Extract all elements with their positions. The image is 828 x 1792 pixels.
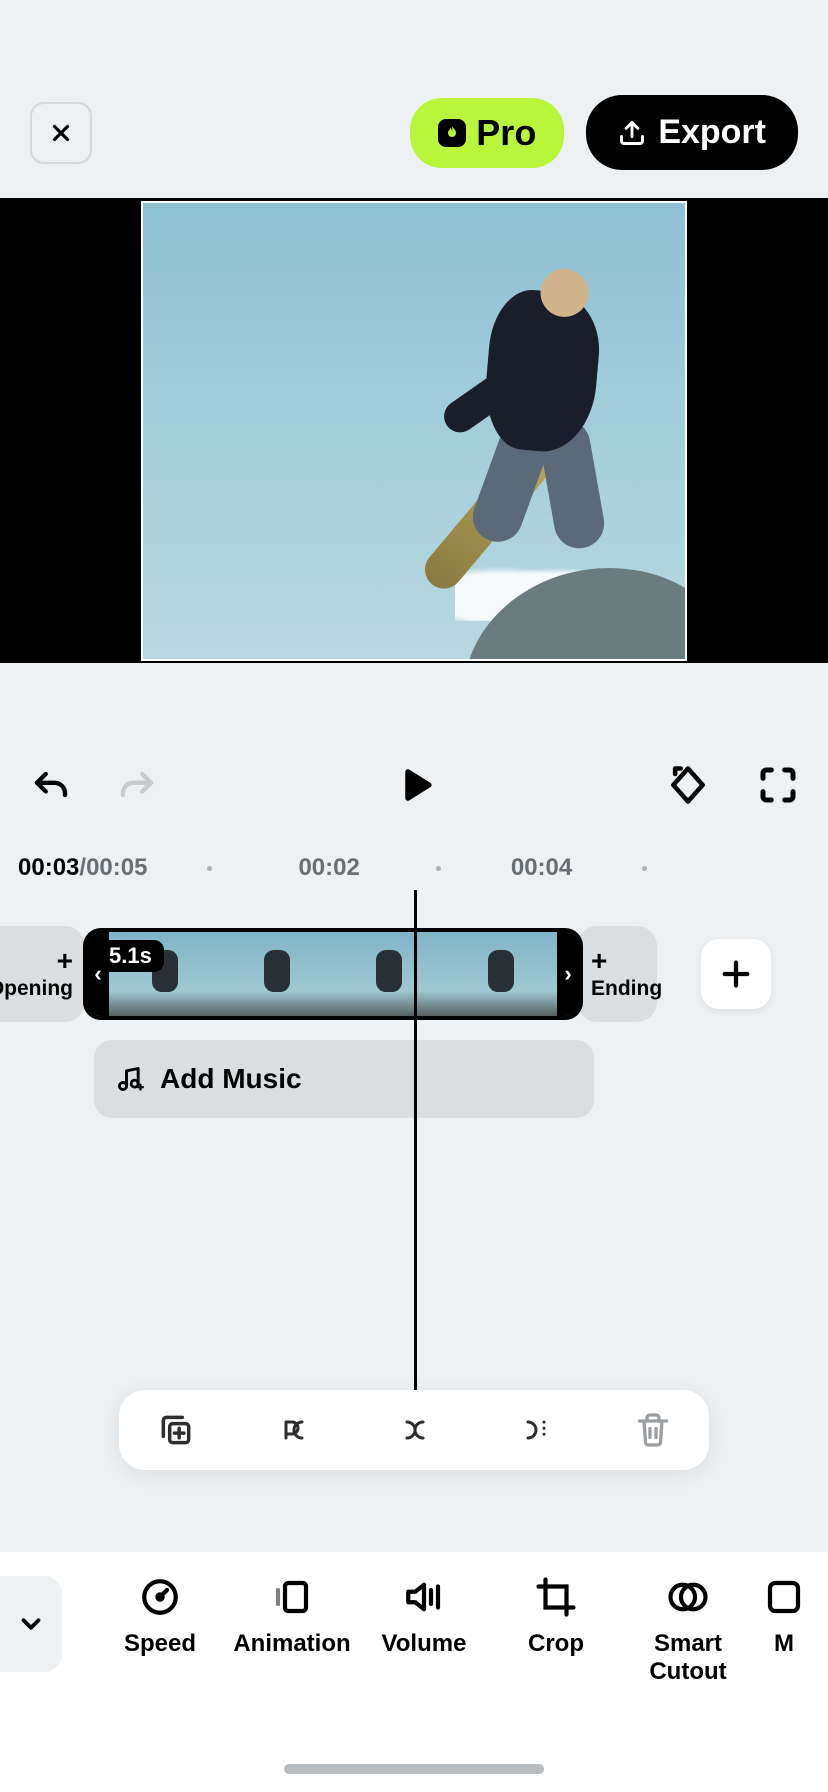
export-button[interactable]: Export bbox=[586, 95, 798, 170]
toolbar-label: Crop bbox=[528, 1630, 584, 1658]
toolbar-label: Smart Cutout bbox=[649, 1630, 726, 1685]
video-frame bbox=[141, 201, 687, 661]
trash-icon bbox=[635, 1412, 671, 1448]
split-button[interactable] bbox=[393, 1413, 437, 1447]
animation-icon bbox=[271, 1576, 313, 1618]
keyframe-icon bbox=[666, 763, 710, 807]
duplicate-button[interactable] bbox=[157, 1411, 195, 1449]
trim-start-icon bbox=[272, 1413, 316, 1447]
music-plus-icon bbox=[116, 1065, 144, 1093]
fullscreen-icon bbox=[758, 765, 798, 805]
volume-icon bbox=[403, 1576, 445, 1618]
toolbar-volume[interactable]: Volume bbox=[358, 1576, 490, 1658]
smart-cutout-icon bbox=[667, 1576, 709, 1618]
split-icon bbox=[393, 1413, 437, 1447]
trim-start-button[interactable] bbox=[272, 1413, 316, 1447]
redo-icon bbox=[116, 767, 158, 809]
playhead[interactable] bbox=[414, 890, 417, 1430]
clip-thumbnail bbox=[333, 932, 445, 1016]
toolbar-animation[interactable]: Animation bbox=[226, 1576, 358, 1658]
timecode: 00:03/00:05 bbox=[18, 854, 147, 882]
export-label: Export bbox=[658, 113, 766, 152]
add-clip-button[interactable] bbox=[701, 939, 771, 1009]
flame-icon bbox=[438, 119, 466, 147]
toolbar-speed[interactable]: Speed bbox=[94, 1576, 226, 1658]
plus-icon: + bbox=[57, 947, 73, 975]
timeline-ruler: 00:03/00:05 00:02 00:04 bbox=[0, 842, 828, 890]
ruler-dot bbox=[436, 866, 441, 871]
pro-label: Pro bbox=[476, 112, 536, 154]
video-preview[interactable] bbox=[0, 198, 828, 663]
toolbar-label: M bbox=[774, 1630, 794, 1658]
chevron-down-icon bbox=[16, 1609, 46, 1639]
add-opening-button[interactable]: + Opening bbox=[0, 926, 85, 1022]
clip-duration-badge: 5.1s bbox=[97, 940, 164, 972]
ending-label: Ending bbox=[591, 977, 662, 1001]
collapse-toolbar-button[interactable] bbox=[0, 1576, 62, 1672]
more-icon bbox=[763, 1576, 805, 1618]
toolbar-more[interactable]: M bbox=[754, 1576, 814, 1658]
ruler-tick: 00:02 bbox=[298, 854, 359, 882]
undo-button[interactable] bbox=[30, 767, 72, 809]
video-clip[interactable]: 5.1s ‹ › bbox=[83, 928, 583, 1020]
toolbar-label: Volume bbox=[382, 1630, 467, 1658]
clip-handle-right[interactable]: › bbox=[557, 932, 579, 1016]
bottom-toolbar: Speed Animation Volume Crop Smart Cutout… bbox=[0, 1552, 828, 1792]
redo-button[interactable] bbox=[116, 767, 158, 809]
close-button[interactable] bbox=[30, 102, 92, 164]
ruler-dot bbox=[207, 866, 212, 871]
add-music-label: Add Music bbox=[160, 1063, 302, 1095]
add-ending-button[interactable]: + Ending bbox=[577, 926, 657, 1022]
pro-button[interactable]: Pro bbox=[410, 98, 564, 168]
timeline[interactable]: + Opening 5.1s ‹ › + Ending Add Music bbox=[0, 890, 828, 1500]
header: Pro Export bbox=[0, 0, 828, 198]
trim-end-button[interactable] bbox=[514, 1413, 558, 1447]
trim-end-icon bbox=[514, 1413, 558, 1447]
ruler-tick: 00:04 bbox=[511, 854, 572, 882]
clip-thumbnail bbox=[221, 932, 333, 1016]
toolbar-label: Animation bbox=[233, 1630, 350, 1658]
play-button[interactable] bbox=[393, 764, 435, 811]
clip-action-bar bbox=[119, 1390, 709, 1470]
plus-icon bbox=[719, 957, 753, 991]
opening-label: Opening bbox=[0, 977, 73, 1001]
play-icon bbox=[393, 764, 435, 806]
ruler-dot bbox=[642, 866, 647, 871]
keyframe-button[interactable] bbox=[666, 763, 710, 812]
toolbar-crop[interactable]: Crop bbox=[490, 1576, 622, 1658]
home-indicator bbox=[284, 1764, 544, 1774]
speed-icon bbox=[139, 1576, 181, 1618]
add-music-button[interactable]: Add Music bbox=[94, 1040, 594, 1118]
toolbar-label: Speed bbox=[124, 1630, 196, 1658]
fullscreen-button[interactable] bbox=[758, 765, 798, 810]
duplicate-icon bbox=[157, 1411, 195, 1449]
plus-icon: + bbox=[591, 947, 607, 975]
clip-thumbnail bbox=[445, 932, 557, 1016]
toolbar-smart-cutout[interactable]: Smart Cutout bbox=[622, 1576, 754, 1685]
crop-icon bbox=[535, 1576, 577, 1618]
delete-button[interactable] bbox=[635, 1412, 671, 1448]
close-icon bbox=[48, 120, 74, 146]
upload-icon bbox=[618, 119, 646, 147]
undo-icon bbox=[30, 767, 72, 809]
transport-controls bbox=[0, 663, 828, 842]
